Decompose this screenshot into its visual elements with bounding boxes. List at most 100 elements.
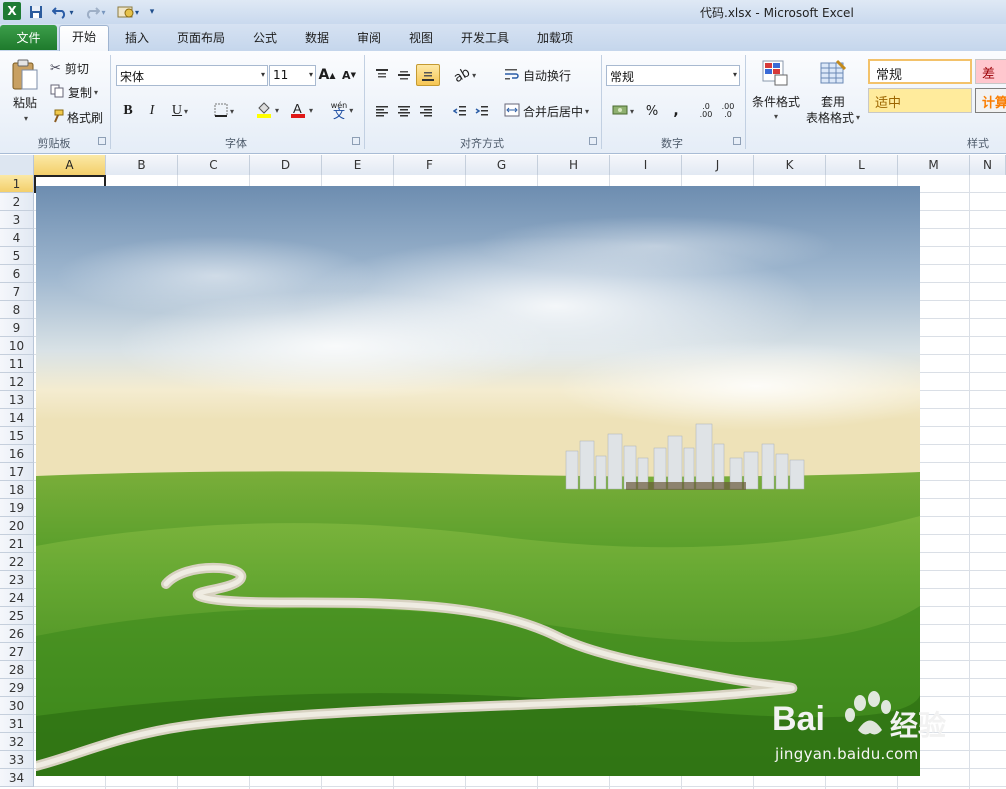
column-header-G[interactable]: G bbox=[466, 155, 538, 175]
row-header-8[interactable]: 8 bbox=[0, 301, 34, 319]
row-header-14[interactable]: 14 bbox=[0, 409, 34, 427]
alignment-launcher-icon[interactable] bbox=[589, 137, 597, 145]
tab-review[interactable]: 审阅 bbox=[346, 29, 392, 51]
tab-formulas[interactable]: 公式 bbox=[242, 29, 288, 51]
column-header-E[interactable]: E bbox=[322, 155, 394, 175]
macro-icon[interactable]: ▾ bbox=[114, 3, 142, 21]
row-header-23[interactable]: 23 bbox=[0, 571, 34, 589]
paste-icon[interactable] bbox=[6, 55, 44, 95]
underline-button[interactable]: U ▾ bbox=[166, 101, 194, 121]
paste-dropdown-icon[interactable]: ▾ bbox=[16, 111, 34, 125]
tab-data[interactable]: 数据 bbox=[294, 29, 340, 51]
accounting-format-button[interactable]: ▾ bbox=[608, 101, 638, 121]
row-header-1[interactable]: 1 bbox=[0, 175, 34, 193]
column-header-A[interactable]: A bbox=[34, 155, 106, 175]
row-header-9[interactable]: 9 bbox=[0, 319, 34, 337]
copy-button[interactable]: 复制 ▾ bbox=[50, 83, 98, 101]
row-header-20[interactable]: 20 bbox=[0, 517, 34, 535]
row-header-26[interactable]: 26 bbox=[0, 625, 34, 643]
font-size-combo[interactable]: 11 ▾ bbox=[269, 65, 316, 86]
column-header-I[interactable]: I bbox=[610, 155, 682, 175]
column-header-C[interactable]: C bbox=[178, 155, 250, 175]
row-header-4[interactable]: 4 bbox=[0, 229, 34, 247]
align-bottom-icon[interactable] bbox=[416, 64, 440, 86]
tab-addins[interactable]: 加载项 bbox=[526, 29, 584, 51]
style-calculation[interactable]: 计算 bbox=[975, 88, 1006, 113]
redo-icon[interactable]: ▾ bbox=[82, 3, 108, 21]
number-format-combo[interactable]: 常规 ▾ bbox=[606, 65, 740, 86]
row-header-10[interactable]: 10 bbox=[0, 337, 34, 355]
align-right-icon[interactable] bbox=[416, 101, 436, 121]
row-header-21[interactable]: 21 bbox=[0, 535, 34, 553]
percent-button[interactable]: % bbox=[642, 101, 662, 121]
font-name-combo[interactable]: 宋体 ▾ bbox=[116, 65, 268, 86]
column-header-N[interactable]: N bbox=[970, 155, 1006, 175]
align-left-icon[interactable] bbox=[372, 101, 392, 121]
row-header-19[interactable]: 19 bbox=[0, 499, 34, 517]
increase-indent-icon[interactable] bbox=[472, 101, 492, 121]
row-header-32[interactable]: 32 bbox=[0, 733, 34, 751]
row-header-18[interactable]: 18 bbox=[0, 481, 34, 499]
column-header-H[interactable]: H bbox=[538, 155, 610, 175]
column-header-D[interactable]: D bbox=[250, 155, 322, 175]
bold-button[interactable]: B bbox=[118, 101, 138, 121]
row-header-33[interactable]: 33 bbox=[0, 751, 34, 769]
column-header-F[interactable]: F bbox=[394, 155, 466, 175]
row-header-29[interactable]: 29 bbox=[0, 679, 34, 697]
tab-file[interactable]: 文件 bbox=[0, 25, 57, 50]
column-header-J[interactable]: J bbox=[682, 155, 754, 175]
customize-icon[interactable]: ▾ bbox=[146, 3, 158, 21]
font-color-button[interactable]: A ▾ bbox=[286, 99, 316, 121]
row-header-24[interactable]: 24 bbox=[0, 589, 34, 607]
table-format-icon[interactable] bbox=[816, 57, 850, 89]
clipboard-launcher-icon[interactable] bbox=[98, 137, 106, 145]
font-launcher-icon[interactable] bbox=[352, 137, 360, 145]
row-header-31[interactable]: 31 bbox=[0, 715, 34, 733]
save-icon[interactable] bbox=[27, 3, 45, 21]
phonetic-button[interactable]: wén 文 ▾ bbox=[326, 99, 358, 121]
row-header-13[interactable]: 13 bbox=[0, 391, 34, 409]
row-header-7[interactable]: 7 bbox=[0, 283, 34, 301]
row-header-16[interactable]: 16 bbox=[0, 445, 34, 463]
style-neutral[interactable]: 适中 bbox=[868, 88, 972, 113]
conditional-format-button[interactable]: 条件格式 bbox=[748, 93, 804, 109]
tab-page-layout[interactable]: 页面布局 bbox=[168, 29, 234, 51]
tab-insert[interactable]: 插入 bbox=[114, 29, 160, 51]
cut-button[interactable]: ✂ 剪切 bbox=[50, 59, 89, 77]
shrink-font-button[interactable]: A ▼ bbox=[340, 65, 358, 85]
grow-font-button[interactable]: A ▲ bbox=[318, 65, 336, 85]
number-launcher-icon[interactable] bbox=[733, 137, 741, 145]
fill-color-button[interactable]: ▾ bbox=[252, 99, 282, 121]
orientation-button[interactable]: ab ▾ bbox=[450, 64, 480, 86]
row-header-27[interactable]: 27 bbox=[0, 643, 34, 661]
format-painter-button[interactable]: 格式刷 bbox=[50, 108, 103, 126]
select-all-corner[interactable] bbox=[0, 155, 34, 175]
row-header-15[interactable]: 15 bbox=[0, 427, 34, 445]
row-header-2[interactable]: 2 bbox=[0, 193, 34, 211]
excel-app-icon[interactable]: X bbox=[3, 2, 21, 20]
align-top-icon[interactable] bbox=[372, 65, 392, 85]
row-header-28[interactable]: 28 bbox=[0, 661, 34, 679]
row-header-3[interactable]: 3 bbox=[0, 211, 34, 229]
column-header-K[interactable]: K bbox=[754, 155, 826, 175]
column-header-L[interactable]: L bbox=[826, 155, 898, 175]
style-normal[interactable]: 常规 bbox=[868, 59, 972, 84]
row-header-12[interactable]: 12 bbox=[0, 373, 34, 391]
align-center-icon[interactable] bbox=[394, 101, 414, 121]
row-header-6[interactable]: 6 bbox=[0, 265, 34, 283]
tab-developer[interactable]: 开发工具 bbox=[452, 29, 518, 51]
wrap-text-button[interactable]: 自动换行 bbox=[504, 65, 571, 85]
italic-button[interactable]: I bbox=[142, 101, 162, 121]
conditional-format-dropdown-icon[interactable]: ▾ bbox=[766, 109, 784, 123]
decrease-indent-icon[interactable] bbox=[450, 101, 470, 121]
borders-button[interactable]: ▾ bbox=[208, 101, 240, 121]
column-header-B[interactable]: B bbox=[106, 155, 178, 175]
tab-home[interactable]: 开始 bbox=[59, 25, 109, 51]
row-header-30[interactable]: 30 bbox=[0, 697, 34, 715]
merge-center-button[interactable]: 合并后居中 ▾ bbox=[504, 101, 589, 121]
paste-button[interactable]: 粘贴 bbox=[4, 93, 46, 111]
row-header-25[interactable]: 25 bbox=[0, 607, 34, 625]
row-header-34[interactable]: 34 bbox=[0, 769, 34, 787]
conditional-format-icon[interactable] bbox=[758, 57, 792, 89]
row-header-11[interactable]: 11 bbox=[0, 355, 34, 373]
